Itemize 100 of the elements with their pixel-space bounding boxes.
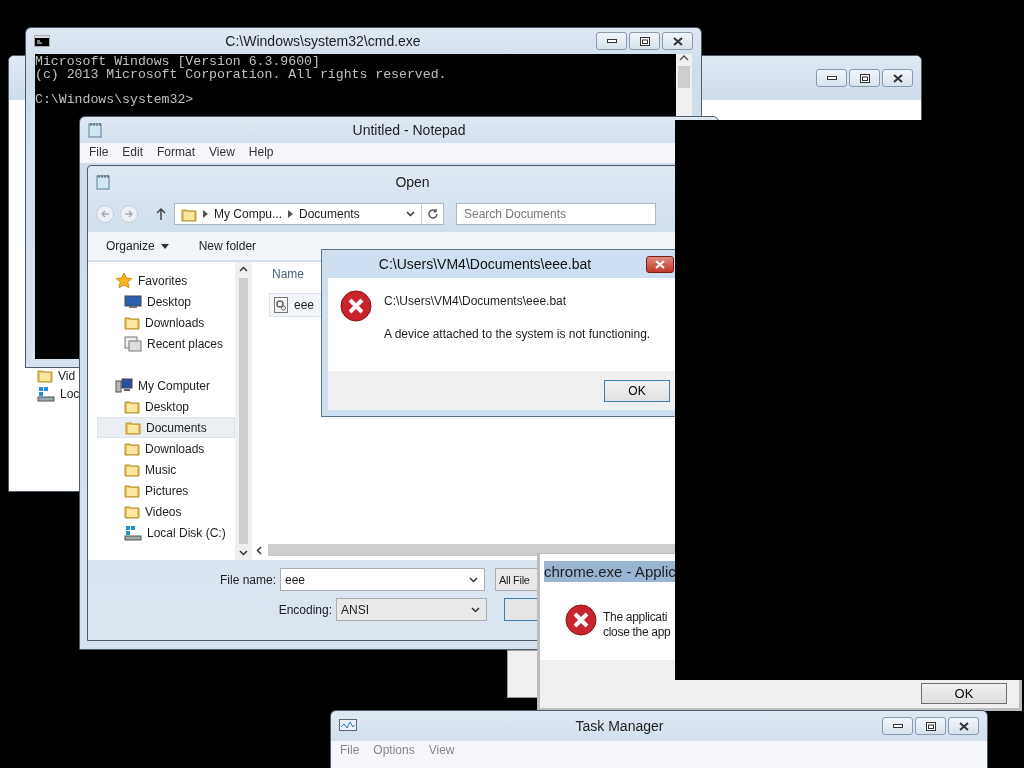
console-line: (c) 2013 Microsoft Corporation. All rights reserved. [35, 68, 448, 81]
file-name-field[interactable]: eee [280, 568, 485, 591]
minimize-button[interactable] [596, 32, 627, 50]
tree-item[interactable]: Favorites [97, 270, 235, 291]
scroll-thumb[interactable] [678, 66, 690, 88]
console-prompt: C:\Windows\system32> [35, 93, 195, 106]
search-field[interactable]: Search Documents [456, 203, 656, 225]
close-button[interactable] [948, 717, 979, 735]
minimize-button[interactable] [882, 717, 913, 735]
computer-icon [115, 377, 133, 394]
dropdown-caret-icon [160, 243, 169, 249]
minimize-icon [892, 723, 903, 729]
error-icon [565, 604, 597, 636]
menu-item[interactable]: Format [157, 145, 196, 159]
folder-icon [124, 399, 140, 414]
back-arrow-icon [100, 210, 110, 218]
dropdown-caret-icon [406, 211, 415, 217]
dialog-title: chrome.exe - Applic [544, 560, 676, 582]
notepad-icon [96, 174, 110, 190]
ok-button[interactable]: OK [921, 683, 1007, 704]
monitor-icon [124, 294, 142, 309]
error-icon [340, 290, 372, 322]
disk-icon [37, 386, 55, 402]
dropdown-caret-icon [471, 606, 480, 613]
close-icon [655, 259, 665, 269]
disk-icon [124, 524, 142, 541]
settings-file-icon [274, 297, 288, 313]
menu-item[interactable]: Edit [122, 145, 144, 159]
scroll-left-icon [256, 545, 262, 555]
maximize-icon [639, 36, 650, 46]
close-button[interactable] [646, 255, 674, 273]
folder-icon [37, 368, 53, 383]
breadcrumb-item[interactable]: My Compu... [214, 207, 282, 221]
scrollbar[interactable] [235, 262, 251, 560]
dialog-title: C:\Users\VM4\Documents\eee.bat [377, 256, 593, 272]
field-label: File name: [218, 572, 276, 587]
field-label: Encoding: [277, 602, 332, 617]
tree-item[interactable]: Local Disk (C:) [97, 522, 235, 543]
dialog-title: Open [394, 174, 431, 190]
minimize-icon [606, 38, 617, 44]
tree-item[interactable]: Downloads [97, 312, 235, 333]
scroll-down-icon [238, 550, 248, 556]
star-icon [115, 272, 133, 289]
menu-item[interactable]: View [209, 145, 235, 159]
folder-icon [124, 441, 140, 456]
minimize-button[interactable] [816, 69, 847, 87]
close-icon [958, 721, 969, 731]
folder-icon [125, 420, 141, 435]
file-path: C:\Users\VM4\Documents\eee.bat [384, 294, 568, 308]
close-button[interactable] [882, 69, 913, 87]
maximize-icon [925, 721, 936, 731]
notepad-icon [88, 122, 102, 138]
window-title: C:\Windows\system32\cmd.exe [224, 33, 422, 49]
menu-item[interactable]: Help [248, 145, 274, 159]
organize-menu[interactable]: Organize [106, 239, 169, 253]
recent-places-icon [124, 335, 142, 352]
folder-icon [124, 483, 140, 498]
tree-item[interactable]: Downloads [97, 438, 235, 459]
tree-item[interactable]: Recent places [97, 333, 235, 354]
dropdown-caret-icon [469, 576, 478, 583]
tree-item[interactable]: My Computer [97, 375, 235, 396]
sidebar-item[interactable]: Vid [58, 368, 76, 383]
up-arrow-icon[interactable] [156, 207, 166, 221]
minimize-icon [826, 75, 837, 81]
maximize-icon [859, 73, 870, 83]
maximize-button[interactable] [849, 69, 880, 87]
sidebar-item[interactable]: Loc [60, 387, 80, 401]
folder-icon [124, 462, 140, 477]
tree-item[interactable]: Documents [97, 417, 235, 438]
close-icon [672, 36, 683, 46]
maximize-button[interactable] [629, 32, 660, 50]
dialog-message: A device attached to the system is not functioning. [384, 327, 651, 341]
scroll-up-icon [238, 266, 248, 272]
dialog-message: close the app [603, 625, 671, 639]
scroll-up-icon [679, 54, 689, 62]
chevron-icon [203, 210, 208, 218]
encoding-dropdown[interactable]: ANSI [336, 598, 487, 621]
console-line: Microsoft Windows [Version 6.3.9600] [35, 56, 321, 69]
refresh-icon [426, 208, 439, 220]
window-title: Task Manager [574, 718, 665, 734]
close-icon [892, 73, 903, 83]
window-title: Untitled - Notepad [351, 122, 467, 138]
ok-button[interactable]: OK [604, 379, 670, 402]
forward-arrow-icon [124, 210, 134, 218]
breadcrumb-item[interactable]: Documents [299, 207, 360, 221]
address-bar[interactable]: My Compu... Documents [174, 203, 444, 225]
tree-item[interactable]: Desktop [97, 291, 235, 312]
menu-item[interactable]: File [89, 145, 109, 159]
maximize-button[interactable] [915, 717, 946, 735]
new-folder-button[interactable]: New folder [198, 239, 257, 253]
tree-item[interactable]: Desktop [97, 396, 235, 417]
tree-item[interactable]: Pictures [97, 480, 235, 501]
tree-item[interactable]: Music [97, 459, 235, 480]
dialog-message: The applicati [603, 610, 669, 624]
folder-icon [124, 504, 140, 519]
folder-icon [181, 206, 197, 222]
folder-icon [124, 315, 140, 330]
close-button[interactable] [662, 32, 693, 50]
tree-item[interactable]: Videos [97, 501, 235, 522]
performance-chart-icon [339, 719, 357, 733]
